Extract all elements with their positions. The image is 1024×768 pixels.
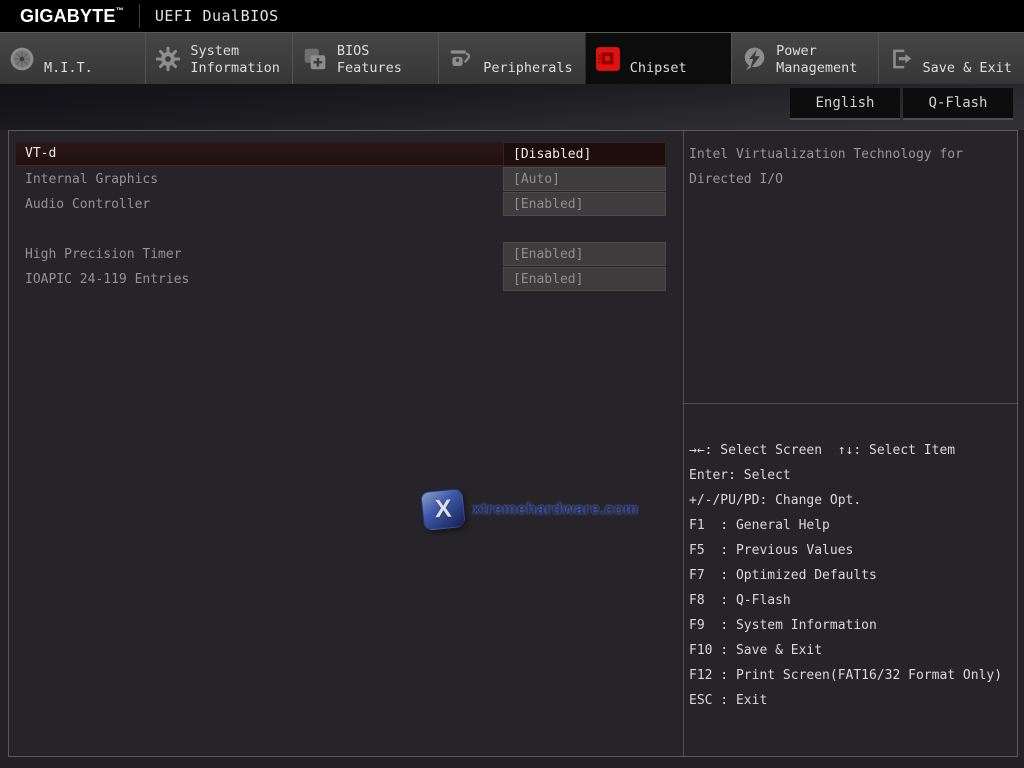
help-sidebar: Intel Virtualization Technology for Dire… <box>684 131 1017 756</box>
setting-label: VT-d <box>16 142 503 166</box>
mit-dial-icon <box>9 46 35 72</box>
topbar-divider <box>139 4 140 28</box>
help-line: Directed I/O <box>689 167 1017 192</box>
page-title: UEFI DualBIOS <box>155 7 279 25</box>
watermark-text: xtremehardware.com <box>472 501 638 519</box>
bios-chips-plus-icon <box>302 46 328 72</box>
main-panel: VT-d [Disabled] Internal Graphics [Auto]… <box>8 130 1018 757</box>
tab-save-exit[interactable]: Save & Exit <box>878 33 1024 85</box>
xtremehardware-watermark: X xtremehardware.com <box>422 490 638 529</box>
tab-label: Chipset <box>630 37 687 81</box>
item-help-text: Intel Virtualization Technology for Dire… <box>684 131 1017 192</box>
legend-line: F1 : General Help <box>689 513 1017 538</box>
tab-power-management[interactable]: PowerManagement <box>731 33 877 85</box>
setting-value[interactable]: [Disabled] <box>503 142 666 166</box>
tab-label: M.I.T. <box>44 37 93 81</box>
xtremehardware-logo-icon: X <box>420 488 466 531</box>
setting-row-audio-controller[interactable]: Audio Controller [Enabled] <box>16 192 666 216</box>
setting-value[interactable]: [Enabled] <box>503 242 666 266</box>
setting-label: High Precision Timer <box>16 242 503 266</box>
tab-label: BIOSFeatures <box>337 37 402 81</box>
peripherals-mouse-icon <box>448 46 474 72</box>
bios-screen: GIGABYTE™ UEFI DualBIOS M.I.T. SystemInf… <box>0 0 1024 768</box>
tab-mit[interactable]: M.I.T. <box>0 33 145 85</box>
exit-door-arrow-icon <box>888 46 914 72</box>
qflash-button[interactable]: Q-Flash <box>903 88 1013 120</box>
settings-list: VT-d [Disabled] Internal Graphics [Auto]… <box>9 131 684 756</box>
legend-line: F9 : System Information <box>689 613 1017 638</box>
tab-label: Peripherals <box>483 37 572 81</box>
setting-label: Internal Graphics <box>16 167 503 191</box>
lightning-bolt-icon <box>741 46 767 72</box>
trademark-symbol: ™ <box>116 6 124 15</box>
chipset-red-chip-icon <box>595 46 621 72</box>
legend-line: F5 : Previous Values <box>689 538 1017 563</box>
legend-line: Enter: Select <box>689 463 1017 488</box>
legend-line: ESC : Exit <box>689 688 1017 713</box>
help-line: Intel Virtualization Technology for <box>689 142 1017 167</box>
setting-label: Audio Controller <box>16 192 503 216</box>
quick-buttons: English Q-Flash <box>790 88 1013 120</box>
setting-value[interactable]: [Enabled] <box>503 192 666 216</box>
legend-line: →←: Select Screen ↑↓: Select Item <box>689 438 1017 463</box>
english-button[interactable]: English <box>790 88 900 120</box>
setting-label: IOAPIC 24-119 Entries <box>16 267 503 291</box>
tab-chipset[interactable]: Chipset <box>585 33 731 85</box>
tab-system-information[interactable]: SystemInformation <box>145 33 291 85</box>
legend-line: +/-/PU/PD: Change Opt. <box>689 488 1017 513</box>
setting-row-vt-d[interactable]: VT-d [Disabled] <box>16 142 666 166</box>
setting-value[interactable]: [Auto] <box>503 167 666 191</box>
top-bar: GIGABYTE™ UEFI DualBIOS <box>0 0 1024 32</box>
key-legend: →←: Select Screen ↑↓: Select Item Enter:… <box>684 404 1017 713</box>
legend-line: F8 : Q-Flash <box>689 588 1017 613</box>
brand-text: GIGABYTE <box>20 6 116 26</box>
tab-bios-features[interactable]: BIOSFeatures <box>292 33 438 85</box>
tab-bar: M.I.T. SystemInformation BIOSFeatures Pe… <box>0 32 1024 85</box>
setting-value[interactable]: [Enabled] <box>503 267 666 291</box>
tab-peripherals[interactable]: Peripherals <box>438 33 584 85</box>
tab-label: SystemInformation <box>190 37 279 81</box>
tab-label: Save & Exit <box>923 37 1012 81</box>
setting-row-ioapic-entries[interactable]: IOAPIC 24-119 Entries [Enabled] <box>16 267 666 291</box>
legend-line: F10 : Save & Exit <box>689 638 1017 663</box>
gear-icon <box>155 46 181 72</box>
setting-row-high-precision-timer[interactable]: High Precision Timer [Enabled] <box>16 242 666 266</box>
legend-line: F12 : Print Screen(FAT16/32 Format Only) <box>689 663 1017 688</box>
tab-label: PowerManagement <box>776 37 857 81</box>
legend-line: F7 : Optimized Defaults <box>689 563 1017 588</box>
setting-row-internal-graphics[interactable]: Internal Graphics [Auto] <box>16 167 666 191</box>
gigabyte-logo: GIGABYTE™ <box>20 6 124 27</box>
